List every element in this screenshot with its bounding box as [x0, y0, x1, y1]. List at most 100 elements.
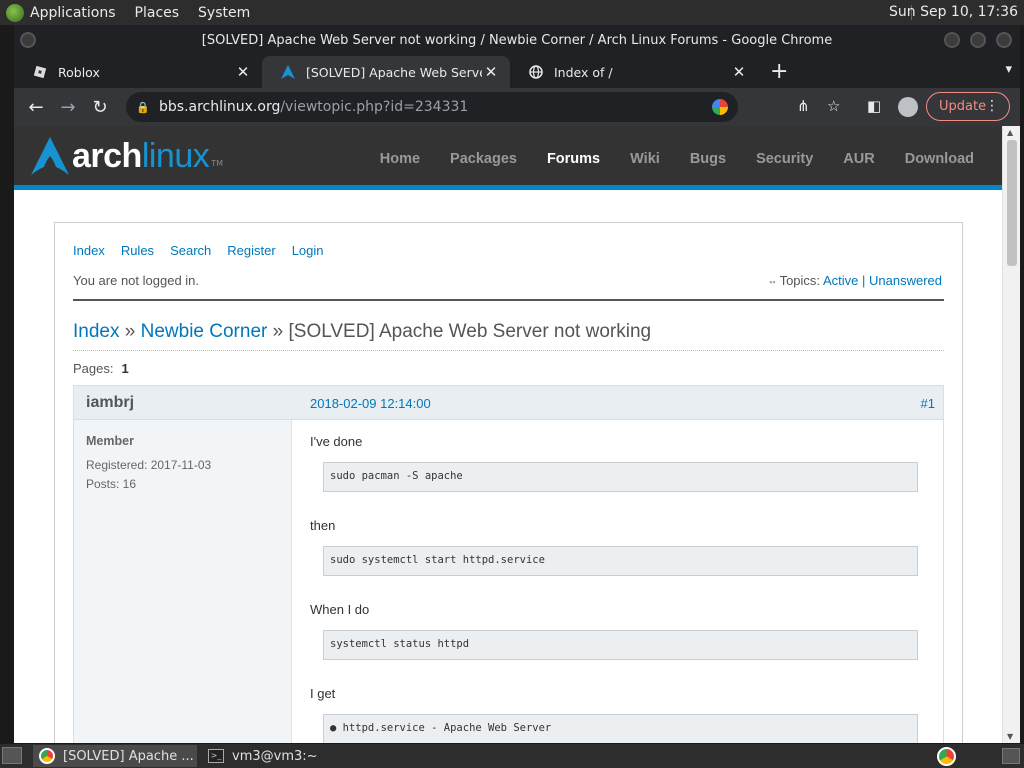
- code-block[interactable]: sudo systemctl start httpd.service: [323, 546, 918, 576]
- topics-separator: |: [861, 273, 866, 288]
- crumb-separator: »: [272, 321, 284, 342]
- browser-toolbar: ← → ↻ 🔒 bbs.archlinux.org/viewtopic.php?…: [14, 88, 1020, 126]
- back-arrow-icon[interactable]: ←: [20, 97, 52, 118]
- kebab-menu-icon[interactable]: ⋮: [985, 98, 999, 114]
- tab-title: [SOLVED] Apache Web Server not working: [306, 64, 482, 80]
- show-desktop-icon[interactable]: [2, 747, 22, 764]
- forum-menu: Index Rules Search Register Login: [73, 243, 324, 258]
- google-lens-icon[interactable]: [712, 99, 728, 115]
- minimize-button[interactable]: [944, 32, 960, 48]
- crumb-newbie-corner[interactable]: Newbie Corner: [141, 321, 268, 342]
- nav-home[interactable]: Home: [380, 151, 420, 167]
- tab-strip: Roblox ✕ [SOLVED] Apache Web Server not …: [14, 56, 1020, 88]
- task-terminal[interactable]: >_ vm3@vm3:~: [202, 745, 352, 767]
- clock[interactable]: Sun Sep 10, 17:36: [889, 4, 1018, 20]
- crumb-divider: [73, 350, 944, 351]
- window-controls: [944, 32, 1012, 48]
- scrollbar-thumb[interactable]: [1007, 140, 1017, 266]
- maximize-button[interactable]: [970, 32, 986, 48]
- post-header: iambrj 2018-02-09 12:14:00 #1: [74, 386, 943, 420]
- menu-rules-link[interactable]: Rules: [121, 243, 154, 258]
- close-window-button[interactable]: [996, 32, 1012, 48]
- update-button[interactable]: Update ⋮: [926, 92, 1010, 121]
- nav-download[interactable]: Download: [905, 151, 974, 167]
- side-panel-icon[interactable]: ◧: [867, 97, 881, 115]
- nav-wiki[interactable]: Wiki: [630, 151, 660, 167]
- author-registered: Registered: 2017-11-03: [86, 458, 212, 472]
- bookmark-star-icon[interactable]: ☆: [827, 97, 840, 115]
- new-tab-plus-icon[interactable]: +: [770, 61, 788, 83]
- logo-tm: TM: [211, 159, 224, 168]
- menu-index-link[interactable]: Index: [73, 243, 105, 258]
- code-block[interactable]: sudo pacman -S apache: [323, 462, 918, 492]
- code-block[interactable]: ● httpd.service - Apache Web Server: [323, 714, 918, 743]
- rss-grid-icon: ▪▪: [769, 277, 776, 287]
- scroll-down-icon[interactable]: ▼: [1007, 732, 1013, 741]
- arch-logo-icon: [31, 137, 69, 175]
- forward-arrow-icon[interactable]: →: [52, 97, 84, 118]
- page-viewport: arch linux TM Home Packages Forums Wiki B…: [14, 126, 1020, 743]
- nav-packages[interactable]: Packages: [450, 151, 517, 167]
- post-author[interactable]: iambrj: [86, 394, 134, 412]
- arch-nav: Home Packages Forums Wiki Bugs Security …: [380, 151, 974, 167]
- tray-chrome-icon[interactable]: [937, 747, 956, 766]
- nav-security[interactable]: Security: [756, 151, 813, 167]
- top-panel: Applications Places System Sun Sep 10, 1…: [0, 0, 1024, 25]
- login-status: You are not logged in.: [73, 273, 200, 288]
- topics-unanswered-link[interactable]: Unanswered: [869, 273, 942, 288]
- scroll-up-icon[interactable]: ▲: [1007, 128, 1013, 137]
- post-number-link[interactable]: #1: [921, 396, 935, 411]
- post-text: then: [310, 518, 336, 533]
- topics-active-link[interactable]: Active: [823, 273, 858, 288]
- page-scrollbar[interactable]: ▲ ▼: [1002, 126, 1020, 743]
- nav-bugs[interactable]: Bugs: [690, 151, 726, 167]
- window-menu-button[interactable]: [20, 32, 36, 48]
- topics-label: Topics:: [779, 273, 821, 288]
- nav-aur[interactable]: AUR: [843, 151, 874, 167]
- tab-apache-topic[interactable]: [SOLVED] Apache Web Server not working ✕: [262, 56, 510, 88]
- crumb-separator: »: [124, 321, 136, 342]
- nav-forums[interactable]: Forums: [547, 151, 600, 167]
- address-bar[interactable]: 🔒 bbs.archlinux.org/viewtopic.php?id=234…: [126, 92, 738, 122]
- topics-links: ▪▪ Topics: Active | Unanswered: [769, 273, 942, 288]
- post-text: I get: [310, 686, 336, 701]
- archlinux-logo[interactable]: arch linux TM: [30, 136, 223, 176]
- post-date-link[interactable]: 2018-02-09 12:14:00: [310, 396, 431, 411]
- logo-text-arch: arch: [72, 136, 142, 175]
- distro-logo-icon[interactable]: [6, 3, 24, 22]
- menu-search-link[interactable]: Search: [170, 243, 211, 258]
- menu-register-link[interactable]: Register: [227, 243, 275, 258]
- page-current: 1: [121, 361, 129, 376]
- menu-applications[interactable]: Applications: [30, 5, 116, 21]
- workspace-switcher-icon[interactable]: [1002, 748, 1020, 764]
- tab-index-of[interactable]: Index of / ✕: [510, 56, 758, 88]
- url-host: bbs.archlinux.org: [159, 99, 281, 115]
- menu-places[interactable]: Places: [135, 5, 180, 21]
- close-tab-icon[interactable]: ✕: [730, 63, 748, 81]
- menu-login-link[interactable]: Login: [292, 243, 324, 258]
- browser-window: [SOLVED] Apache Web Server not working /…: [14, 25, 1020, 743]
- close-tab-icon[interactable]: ✕: [234, 63, 252, 81]
- crumb-index[interactable]: Index: [73, 321, 119, 342]
- arch-icon: [280, 64, 296, 80]
- profile-avatar-icon[interactable]: [898, 97, 918, 117]
- tab-title: Roblox: [58, 64, 100, 80]
- reload-icon[interactable]: ↻: [84, 97, 116, 118]
- roblox-icon: [32, 64, 48, 80]
- window-title: [SOLVED] Apache Web Server not working /…: [201, 33, 833, 48]
- tab-search-chevron-icon[interactable]: ▾: [1005, 62, 1012, 77]
- task-chrome[interactable]: [SOLVED] Apache ...: [33, 745, 197, 767]
- tab-title: Index of /: [554, 64, 613, 80]
- pages-label: Pages:: [73, 361, 114, 376]
- tab-roblox[interactable]: Roblox ✕: [14, 56, 262, 88]
- terminal-icon: >_: [208, 749, 224, 763]
- bottom-taskbar: [SOLVED] Apache ... >_ vm3@vm3:~: [0, 744, 1024, 768]
- logo-text-linux: linux: [141, 136, 210, 175]
- window-titlebar[interactable]: [SOLVED] Apache Web Server not working /…: [14, 25, 1020, 56]
- share-icon[interactable]: ⋔: [797, 97, 810, 115]
- menu-system[interactable]: System: [198, 5, 250, 21]
- close-tab-icon[interactable]: ✕: [482, 63, 500, 81]
- code-block[interactable]: systemctl status httpd: [323, 630, 918, 660]
- lock-icon[interactable]: 🔒: [136, 101, 150, 114]
- author-role: Member: [86, 434, 134, 448]
